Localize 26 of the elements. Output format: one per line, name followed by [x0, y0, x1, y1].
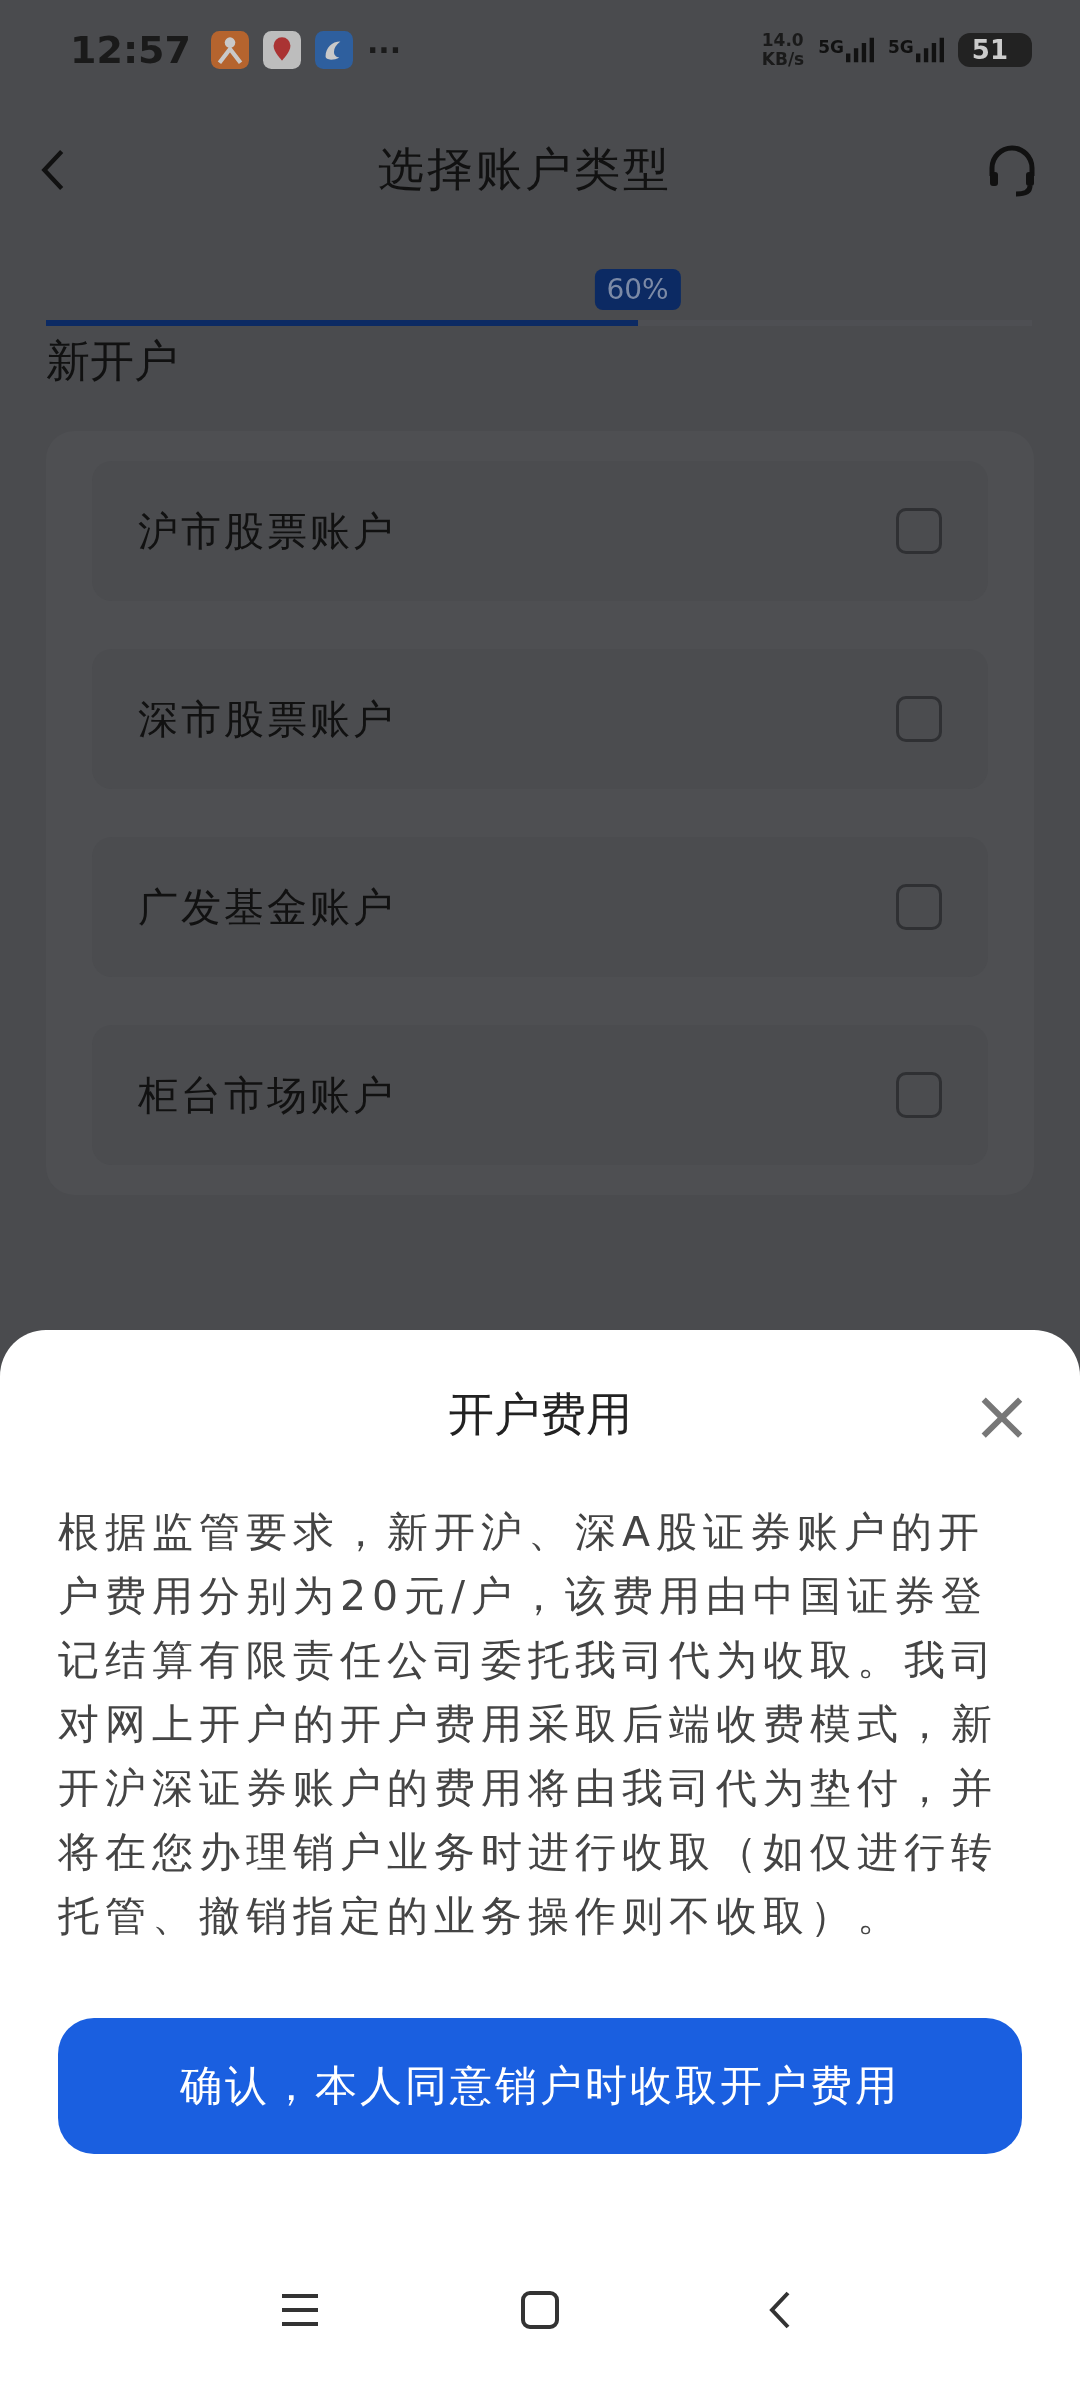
page-title: 选择账户类型: [377, 141, 673, 198]
account-option[interactable]: 广发基金账户: [92, 837, 988, 977]
signal-icon: [846, 37, 874, 63]
checkbox[interactable]: [896, 696, 942, 742]
more-notifications: ···: [366, 32, 402, 68]
progress-badge: 60%: [594, 269, 681, 310]
sheet-title: 开户费用: [448, 1386, 632, 1443]
network-type: 5G: [888, 37, 914, 57]
battery-indicator: 51: [957, 33, 1032, 67]
checkbox[interactable]: [896, 508, 942, 554]
confirm-button[interactable]: 确认，本人同意销户时收取开户费用: [58, 2018, 1022, 2154]
fee-description: 根据监管要求，新开沪、深A股证券账户的开户费用分别为20元/户，该费用由中国证券登记结算有限责任公司委托我司代为收取。我司对网上开户的开户费用采取后端收费模式，新开沪深证券账户的费用将由我司代为垫付，并将在您办理销户业务时进行收取（如仅进行转托管、撤销指定的业务操作则不收取）。: [57, 1507, 999, 1942]
checkbox[interactable]: [896, 1072, 942, 1118]
section-title: 新开户: [45, 334, 179, 388]
account-option[interactable]: 柜台市场账户: [92, 1025, 988, 1165]
network-type: 5G: [818, 37, 844, 57]
app-icon: [210, 31, 249, 69]
account-option[interactable]: 深市股票账户: [92, 649, 988, 789]
account-option[interactable]: 沪市股票账户: [92, 461, 988, 601]
checkbox[interactable]: [896, 884, 942, 930]
close-button[interactable]: ×: [971, 1379, 1032, 1451]
dolphin-app-icon: [314, 31, 353, 69]
signal-icon: [915, 37, 944, 63]
home-icon[interactable]: [520, 2290, 560, 2330]
map-app-icon: [262, 31, 301, 69]
back-icon[interactable]: [40, 148, 66, 192]
